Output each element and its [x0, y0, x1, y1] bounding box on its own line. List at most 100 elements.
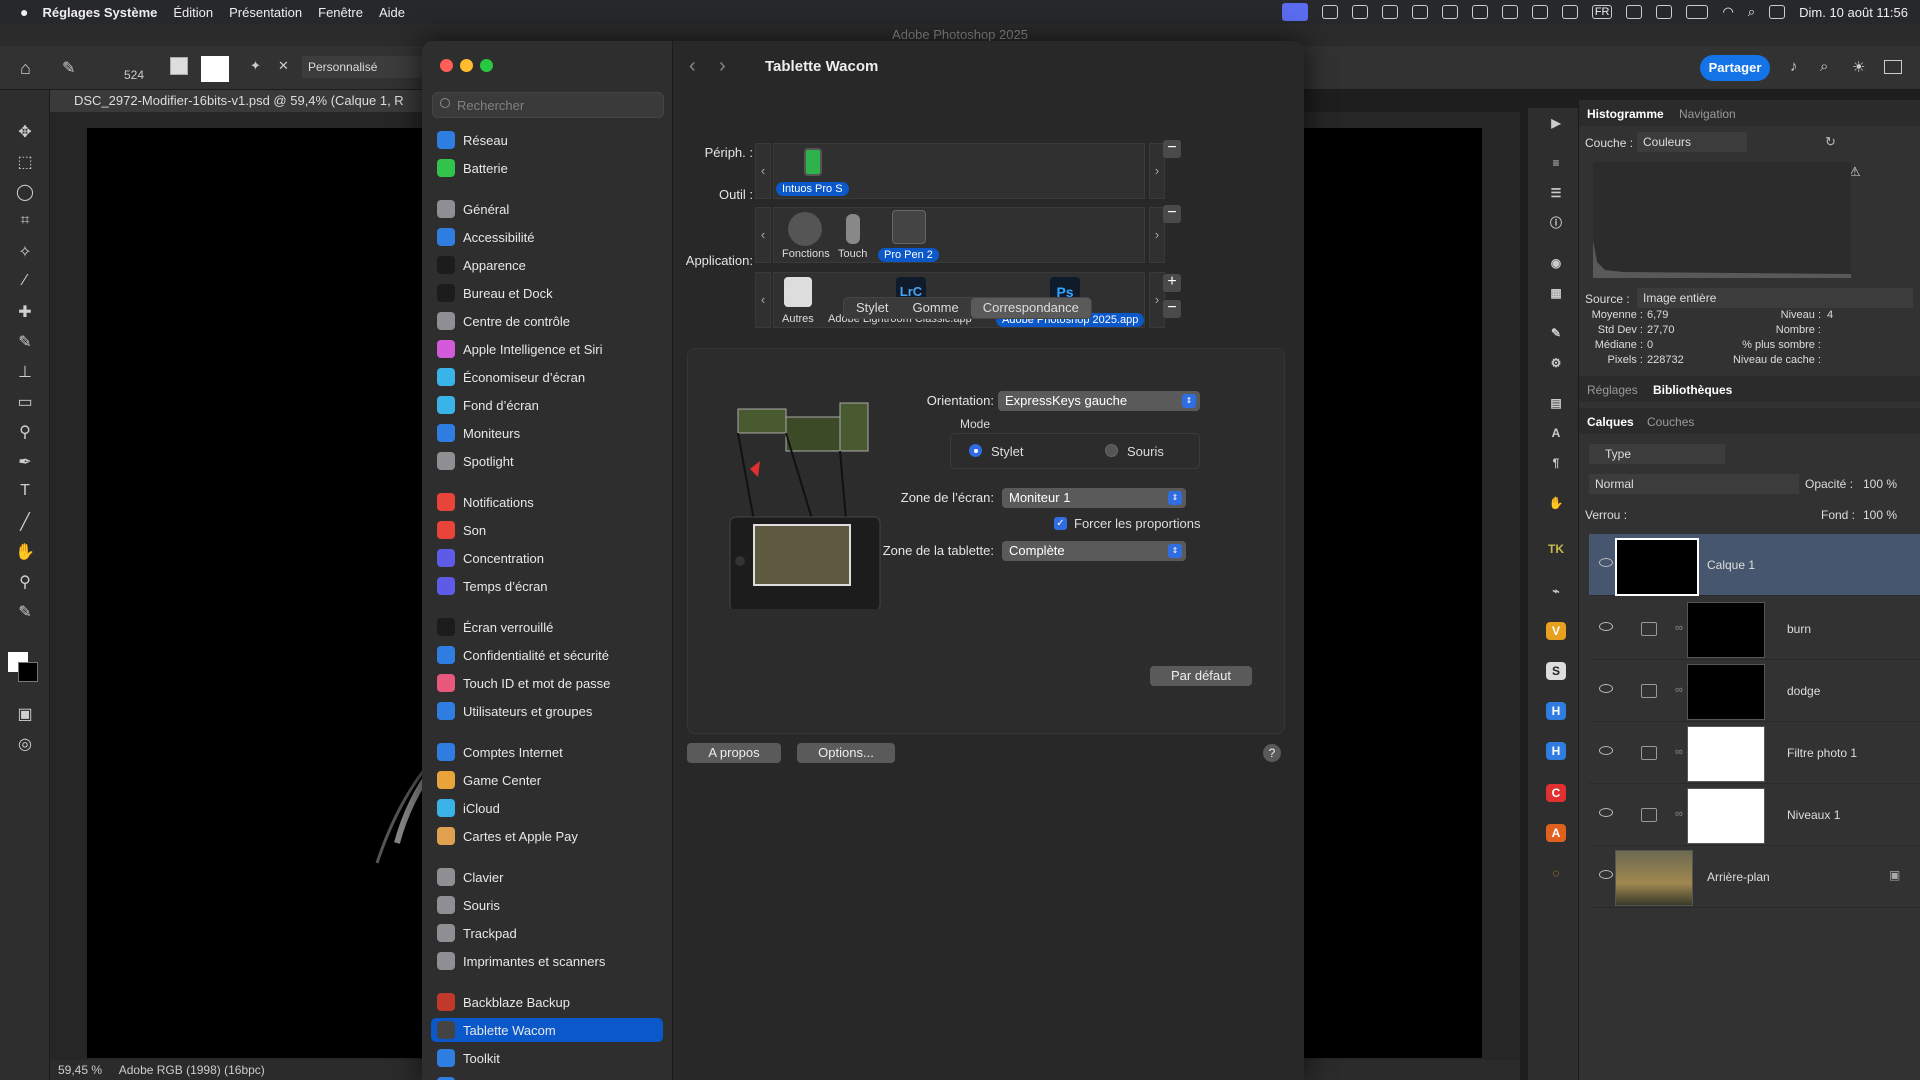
sidebar-item[interactable]: Concentration	[431, 546, 663, 570]
brush-size[interactable]: 524	[124, 68, 144, 82]
sidebar-item[interactable]: Apple Intelligence et Siri	[431, 337, 663, 361]
active-brush-icon[interactable]: ✎	[14, 602, 36, 622]
remove-device-button[interactable]: −	[1163, 140, 1181, 158]
sidebar-item[interactable]: Spotlight	[431, 449, 663, 473]
mode-stylet-label[interactable]: Stylet	[991, 444, 1024, 459]
sidebar-item[interactable]: Toolkit	[431, 1046, 663, 1070]
layer-name[interactable]: burn	[1787, 622, 1811, 636]
orientation-select[interactable]: ExpressKeys gauche ⇕	[998, 391, 1200, 411]
sidebar-item[interactable]: Moniteurs	[431, 421, 663, 445]
o-plugin-icon[interactable]: ◌	[1546, 864, 1566, 882]
sidebar-item[interactable]: Réseau	[431, 128, 663, 152]
help-button[interactable]: ?	[1263, 744, 1281, 762]
other-apps-icon[interactable]	[784, 277, 812, 307]
layer-name[interactable]: dodge	[1787, 684, 1820, 698]
move-tool-icon[interactable]: ✥	[14, 122, 36, 142]
force-proportions-checkbox[interactable]: ✓	[1054, 517, 1067, 530]
mode-souris-label[interactable]: Souris	[1127, 444, 1164, 459]
marquee-tool-icon[interactable]: ⬚	[14, 152, 36, 172]
sidebar-item[interactable]: Notifications	[431, 490, 663, 514]
tablet-icon[interactable]	[804, 148, 822, 176]
stamp-icon[interactable]: ⊥	[14, 362, 36, 382]
layer-filter-select[interactable]: Type	[1589, 444, 1725, 464]
sidebar-item[interactable]: Accessibilité	[431, 225, 663, 249]
adjustments-icon[interactable]: ☰	[1546, 184, 1566, 202]
input-language[interactable]: FR	[1591, 5, 1613, 19]
airbrush-icon[interactable]: ✦	[250, 58, 261, 74]
eye-icon[interactable]	[1599, 808, 1613, 817]
refresh-icon[interactable]: ↻	[1825, 134, 1836, 150]
sidebar-item[interactable]: iCloud	[431, 796, 663, 820]
tab-histogram[interactable]: Histogramme	[1587, 107, 1664, 121]
minimize-button[interactable]	[460, 59, 473, 72]
healing-brush-icon[interactable]: ✚	[14, 302, 36, 322]
history-icon[interactable]: ≡	[1546, 154, 1566, 172]
remove-app-button[interactable]: −	[1163, 300, 1181, 318]
lock-icon[interactable]: ▣	[1889, 868, 1900, 882]
clock[interactable]: Dim. 10 août 11:56	[1799, 5, 1908, 20]
ps-search-icon[interactable]: ⌕	[1820, 58, 1828, 75]
h-plugin-icon[interactable]: H	[1546, 702, 1566, 720]
play-icon[interactable]: ▶	[1546, 114, 1566, 132]
camera-icon[interactable]	[1321, 5, 1338, 19]
v-plugin-icon[interactable]: V	[1546, 622, 1566, 640]
creative-cloud-icon[interactable]	[1441, 5, 1458, 19]
character-icon[interactable]: A	[1546, 424, 1566, 442]
tab-stylet[interactable]: Stylet	[844, 298, 901, 318]
x-icon[interactable]	[1501, 5, 1518, 19]
path-icon[interactable]: ⌁	[1546, 582, 1566, 600]
layer-name[interactable]: Arrière-plan	[1707, 870, 1770, 884]
layer-name[interactable]: Filtre photo 1	[1787, 746, 1857, 760]
sidebar-item[interactable]: Temps d’écran	[431, 574, 663, 598]
paragraph-icon[interactable]: ¶	[1546, 454, 1566, 472]
chain-icon[interactable]: ∞	[1675, 684, 1683, 696]
sidebar-item[interactable]: Touch ID et mot de passe	[431, 671, 663, 695]
s-plugin-icon[interactable]: S	[1546, 662, 1566, 680]
tool-fonctions[interactable]: Fonctions	[782, 248, 830, 260]
sidebar-item[interactable]: Imprimantes et scanners	[431, 949, 663, 973]
screen-zone-select[interactable]: Moniteur 1 ⇕	[1002, 488, 1186, 508]
sidebar-item[interactable]: Économiseur d’écran	[431, 365, 663, 389]
mode-stylet-radio[interactable]	[969, 444, 982, 457]
tab-couches[interactable]: Couches	[1647, 415, 1694, 429]
dodge-icon[interactable]: ⚲	[14, 422, 36, 442]
lasso-tool-icon[interactable]: ◯	[14, 182, 36, 202]
pen-icon[interactable]: ✒	[14, 452, 36, 472]
layer-row-dodge[interactable]: ∞ dodge	[1589, 660, 1920, 722]
eyedropper-icon[interactable]: ⁄	[14, 272, 36, 292]
workspace-icon[interactable]	[1884, 60, 1902, 74]
menu-edition[interactable]: Édition	[173, 5, 213, 20]
properties-icon[interactable]: ⚙	[1546, 354, 1566, 372]
tk9-icon[interactable]: TK	[1546, 540, 1566, 558]
document-tab[interactable]: DSC_2972-Modifier-16bits-v1.psd @ 59,4% …	[44, 90, 424, 112]
sidebar-item[interactable]: Game Center	[431, 768, 663, 792]
layers-comp-icon[interactable]: ▤	[1546, 394, 1566, 412]
tab-reglages[interactable]: Réglages	[1587, 383, 1638, 397]
c-plugin-icon[interactable]: C	[1546, 784, 1566, 802]
functions-icon[interactable]	[788, 212, 822, 246]
sidebar-item[interactable]: Souris	[431, 893, 663, 917]
eye-icon[interactable]	[1599, 870, 1613, 879]
device-chip[interactable]: Intuos Pro S	[776, 182, 849, 196]
a-plugin-icon[interactable]: A	[1546, 824, 1566, 842]
tab-correspondance[interactable]: Correspondance	[970, 298, 1091, 318]
sidebar-item[interactable]: Comptes Internet	[431, 740, 663, 764]
preset-select[interactable]: Personnalisé	[302, 56, 422, 78]
periph-prev[interactable]: ‹	[755, 143, 771, 199]
close-button[interactable]	[440, 59, 453, 72]
pressure-icon[interactable]: ✕	[278, 58, 289, 74]
hand-tool-icon[interactable]: ✋	[14, 542, 36, 562]
bulb-icon[interactable]: ☀	[1852, 58, 1865, 76]
sidebar-item[interactable]: Général	[431, 197, 663, 221]
screen-mirror-icon[interactable]	[1281, 3, 1308, 21]
menu-fenetre[interactable]: Fenêtre	[318, 5, 363, 20]
sidebar-item[interactable]: Backblaze Backup	[431, 990, 663, 1014]
chain-icon[interactable]: ∞	[1675, 808, 1683, 820]
app-autres[interactable]: Autres	[782, 313, 814, 325]
crop-tool-icon[interactable]: ⌗	[14, 212, 36, 232]
bell-icon[interactable]: ♪	[1790, 58, 1798, 75]
back-button[interactable]: ‹	[689, 55, 696, 78]
gradient-icon[interactable]: ▭	[14, 392, 36, 412]
wacom-icon[interactable]	[1381, 5, 1398, 19]
fill-value[interactable]: 100 %	[1863, 508, 1897, 522]
